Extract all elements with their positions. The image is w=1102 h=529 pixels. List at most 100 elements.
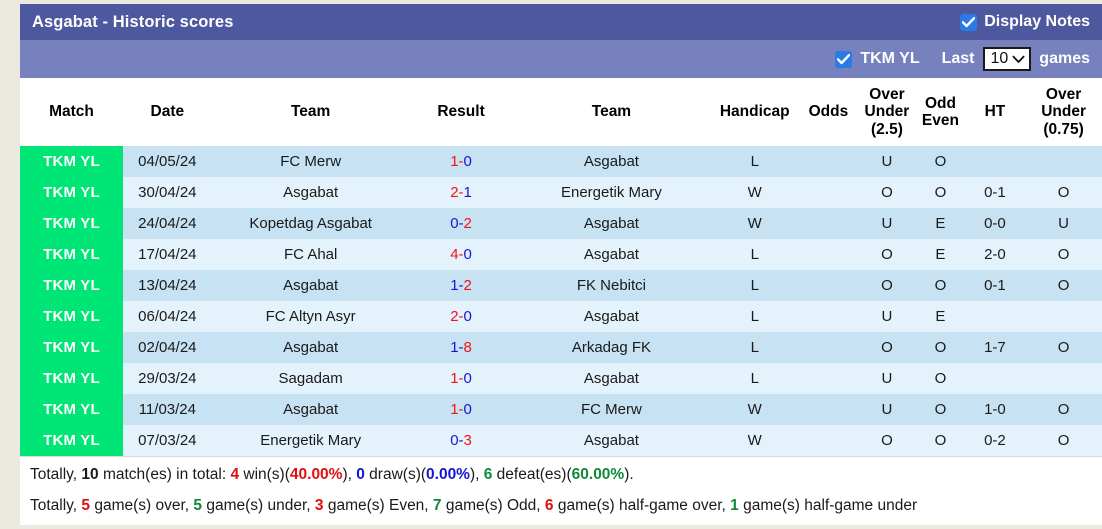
summary-footer: Totally, 10 match(es) in total: 4 win(s)… [20, 457, 1102, 521]
cell-over-under-075 [1025, 301, 1102, 332]
cell-result: 1-2 [409, 270, 513, 301]
cell-odds [799, 425, 858, 456]
cell-result: 2-1 [409, 177, 513, 208]
cell-ht: 2-0 [964, 239, 1026, 270]
cell-ht [964, 146, 1026, 177]
display-notes-checkbox[interactable] [960, 13, 978, 31]
cell-odds [799, 208, 858, 239]
cell-home-team: Kopetdag Asgabat [211, 208, 410, 239]
cell-date: 17/04/24 [122, 239, 212, 270]
cell-home-team: FC Merw [211, 146, 410, 177]
league-badge: TKM YL [22, 332, 121, 363]
cell-home-team: Sagadam [211, 363, 410, 394]
cell-odd-even: O [916, 270, 965, 301]
cell-date: 29/03/24 [122, 363, 212, 394]
league-filter-group[interactable]: TKM YL [835, 50, 920, 68]
cell-date: 07/03/24 [122, 425, 212, 456]
games-label: games [1039, 50, 1090, 67]
cell-over-under-25: U [857, 146, 917, 177]
cell-away-team: Asgabat [512, 425, 711, 456]
cell-handicap: W [710, 177, 800, 208]
result-away-score: 0 [463, 308, 472, 325]
col-header-over-under-075: Over Under (0.75) [1025, 78, 1102, 146]
result-away-score: 3 [463, 432, 472, 449]
ou075-line2: Under [1041, 103, 1086, 121]
col-header-over-under-25: Over Under (2.5) [857, 78, 917, 146]
league-badge: TKM YL [22, 270, 121, 301]
table-row[interactable]: TKM YL 13/04/24 Asgabat 1-2 FK Nebitci L O O 0-1… [20, 270, 1102, 301]
cell-handicap: W [710, 208, 800, 239]
league-filter-checkbox[interactable] [835, 50, 853, 68]
result-home-score: 0 [450, 432, 459, 449]
table-row[interactable]: TKM YL 24/04/24 Kopetdag Asgabat 0-2 Asgabat… [20, 208, 1102, 239]
page-root: Asgabat - Historic scores Display Notes … [0, 0, 1102, 529]
cell-odds [799, 301, 858, 332]
cell-match-league: TKM YL [20, 177, 123, 208]
cell-odds [799, 270, 858, 301]
last-label: Last [941, 50, 975, 67]
cell-over-under-25: O [857, 270, 917, 301]
table-row[interactable]: TKM YL 06/04/24 FC Altyn Asyr 2-0 Asgabat L U E [20, 301, 1102, 332]
summary-line-1: Totally, 10 match(es) in total: 4 win(s)… [30, 459, 1092, 490]
result-home-score: 1 [450, 153, 459, 170]
cell-match-league: TKM YL [20, 425, 123, 456]
cell-over-under-075 [1025, 146, 1102, 177]
cell-ht: 0-1 [964, 177, 1026, 208]
ou075-line3: (0.75) [1043, 120, 1084, 138]
league-badge: TKM YL [22, 177, 121, 208]
table-row[interactable]: TKM YL 04/05/24 FC Merw 1-0 Asgabat L U O [20, 146, 1102, 177]
panel-options-bar: TKM YL Last 10 games [20, 40, 1102, 78]
col-header-result: Result [409, 78, 513, 146]
cell-odd-even: E [916, 208, 965, 239]
col-header-team1: Team [211, 78, 410, 146]
cell-over-under-25: U [857, 394, 917, 425]
s1-defeat-pct: 60.00% [571, 466, 625, 483]
historic-scores-table: Match Date Team Result Team Handicap Odd… [20, 78, 1102, 456]
cell-odd-even: O [916, 332, 965, 363]
cell-ht: 0-2 [964, 425, 1026, 456]
s2-t5: game(s) Odd, [441, 497, 545, 514]
cell-odds [799, 239, 858, 270]
table-row[interactable]: TKM YL 11/03/24 Asgabat 1-0 FC Merw W U O 1-0 O [20, 394, 1102, 425]
table-row[interactable]: TKM YL 30/04/24 Asgabat 2-1 Energetik Mary W O… [20, 177, 1102, 208]
table-row[interactable]: TKM YL 07/03/24 Energetik Mary 0-3 Asgabat W O… [20, 425, 1102, 456]
cell-date: 11/03/24 [122, 394, 212, 425]
league-badge: TKM YL [22, 425, 121, 456]
cell-result: 0-3 [409, 425, 513, 456]
result-away-score: 8 [463, 339, 472, 356]
display-notes-group[interactable]: Display Notes [960, 13, 1090, 31]
cell-handicap: L [710, 332, 800, 363]
cell-result: 0-2 [409, 208, 513, 239]
table-row[interactable]: TKM YL 17/04/24 FC Ahal 4-0 Asgabat L O E 2-0 O [20, 239, 1102, 270]
table-row[interactable]: TKM YL 29/03/24 Sagadam 1-0 Asgabat L U O [20, 363, 1102, 394]
games-count-select[interactable]: 10 [982, 47, 1032, 71]
s1-total: 10 [81, 466, 99, 483]
cell-odds [799, 177, 858, 208]
cell-handicap: W [710, 394, 800, 425]
cell-over-under-25: O [857, 239, 917, 270]
games-count-value: 10 [990, 50, 1009, 67]
cell-away-team: Asgabat [512, 208, 711, 239]
cell-handicap: L [710, 301, 800, 332]
cell-odds [799, 363, 858, 394]
result-away-score: 2 [463, 215, 472, 232]
s2-even: 3 [314, 497, 324, 514]
ou25-line3: (2.5) [871, 120, 903, 138]
cell-result: 2-0 [409, 301, 513, 332]
result-home-score: 1 [450, 401, 459, 418]
cell-odd-even: E [916, 239, 965, 270]
result-home-score: 1 [450, 370, 459, 387]
cell-over-under-25: U [857, 363, 917, 394]
league-badge: TKM YL [22, 208, 121, 239]
cell-away-team: FK Nebitci [512, 270, 711, 301]
cell-odd-even: O [916, 425, 965, 456]
s1-t2: match(es) in total: [98, 466, 231, 483]
table-row[interactable]: TKM YL 02/04/24 Asgabat 1-8 Arkadag FK L O O 1-7… [20, 332, 1102, 363]
league-filter-label: TKM YL [860, 50, 920, 67]
summary-line-2: Totally, 5 game(s) over, 5 game(s) under… [30, 490, 1092, 521]
col-header-match: Match [20, 78, 123, 146]
cell-date: 30/04/24 [122, 177, 212, 208]
cell-home-team: Energetik Mary [211, 425, 410, 456]
cell-handicap: L [710, 239, 800, 270]
s1-t5: draw(s)( [364, 466, 427, 483]
